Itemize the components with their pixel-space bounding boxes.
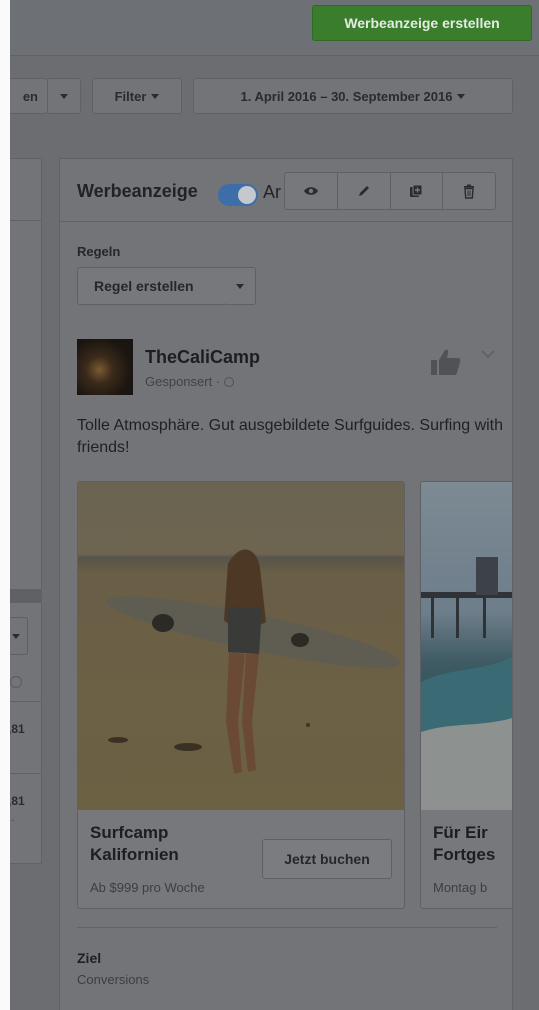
ad-detail-panel: Werbeanzeige Ar Regeln Regel erstellen T…: [59, 158, 513, 1010]
info-icon[interactable]: [10, 676, 22, 688]
card-title-text: Für Eir Fortges: [433, 823, 496, 864]
chevron-down-icon: [236, 284, 244, 289]
chevron-down-icon[interactable]: [480, 349, 496, 359]
date-range-picker[interactable]: 1. April 2016 – 30. September 2016: [193, 78, 513, 114]
carousel-card[interactable]: Für Eir Fortges Montag b: [420, 481, 512, 909]
card-subtitle: Montag b: [433, 880, 488, 895]
carousel-card[interactable]: Surfcamp Kalifornien Ab $999 pro Woche J…: [77, 481, 405, 909]
toggle-status-label: Ar: [263, 182, 281, 202]
pier-illustration: [421, 557, 512, 810]
surf-photo: [78, 482, 404, 810]
chevron-down-icon: [457, 93, 466, 99]
objective-label: Ziel: [77, 950, 102, 966]
chevron-down-icon: [12, 634, 20, 639]
card-title: Für Eir Fortges: [433, 822, 499, 866]
date-range-label: 1. April 2016 – 30. September 2016: [240, 88, 453, 104]
duplicate-icon: [410, 184, 423, 197]
panel-divider: [77, 927, 497, 928]
create-rule-label: Regel erstellen: [94, 278, 194, 294]
card-subtitle: Ab $999 pro Woche: [90, 880, 205, 895]
filter-label: Filter: [114, 88, 147, 104]
sponsored-text: Gesponsert ·: [145, 374, 221, 389]
top-bar: Werbeanzeige erstellen: [0, 0, 539, 56]
ad-body-text: Tolle Atmosphäre. Gut ausgebildete Surfg…: [77, 417, 504, 456]
panel-divider: [60, 221, 512, 222]
card-title-text: Surfcamp Kalifornien: [90, 823, 179, 864]
chevron-down-icon: [60, 93, 68, 99]
chevron-down-icon: [151, 93, 160, 99]
ad-status-toggle[interactable]: [218, 184, 258, 206]
rules-label: Regeln: [77, 244, 121, 259]
duplicate-button[interactable]: [391, 173, 444, 209]
modal-dialog-edge: [0, 0, 10, 1010]
create-rule-button[interactable]: Regel erstellen: [77, 267, 227, 305]
sponsored-label: Gesponsert ·: [145, 374, 235, 389]
create-ad-button[interactable]: Werbeanzeige erstellen: [312, 5, 532, 41]
toggle-knob: [238, 186, 256, 204]
page-avatar[interactable]: [77, 339, 133, 395]
ad-actions-toolbar: [284, 172, 496, 210]
pier-photo: [421, 482, 512, 810]
edit-button[interactable]: [338, 173, 391, 209]
like-icon[interactable]: [430, 347, 462, 377]
filter-button[interactable]: Filter: [92, 78, 182, 114]
eye-icon: [303, 187, 318, 195]
columns-dropdown-button[interactable]: [47, 78, 81, 114]
trash-icon: [464, 184, 475, 199]
objective-value: Conversions: [77, 972, 150, 987]
table-cell-value: ,81: [8, 794, 25, 808]
globe-icon: [224, 377, 235, 387]
surfer-illustration: [106, 549, 400, 774]
panel-title: Werbeanzeige: [77, 181, 198, 201]
columns-button-label: en: [22, 88, 38, 104]
book-now-button[interactable]: Jetzt buchen: [262, 839, 392, 879]
delete-button[interactable]: [443, 173, 495, 209]
table-cell-value: ,81: [8, 722, 25, 736]
page-name[interactable]: TheCaliCamp: [145, 347, 260, 368]
create-rule-dropdown[interactable]: [226, 267, 256, 305]
card-title: Surfcamp Kalifornien: [90, 822, 210, 866]
preview-button[interactable]: [285, 173, 338, 209]
pencil-icon: [358, 186, 369, 196]
